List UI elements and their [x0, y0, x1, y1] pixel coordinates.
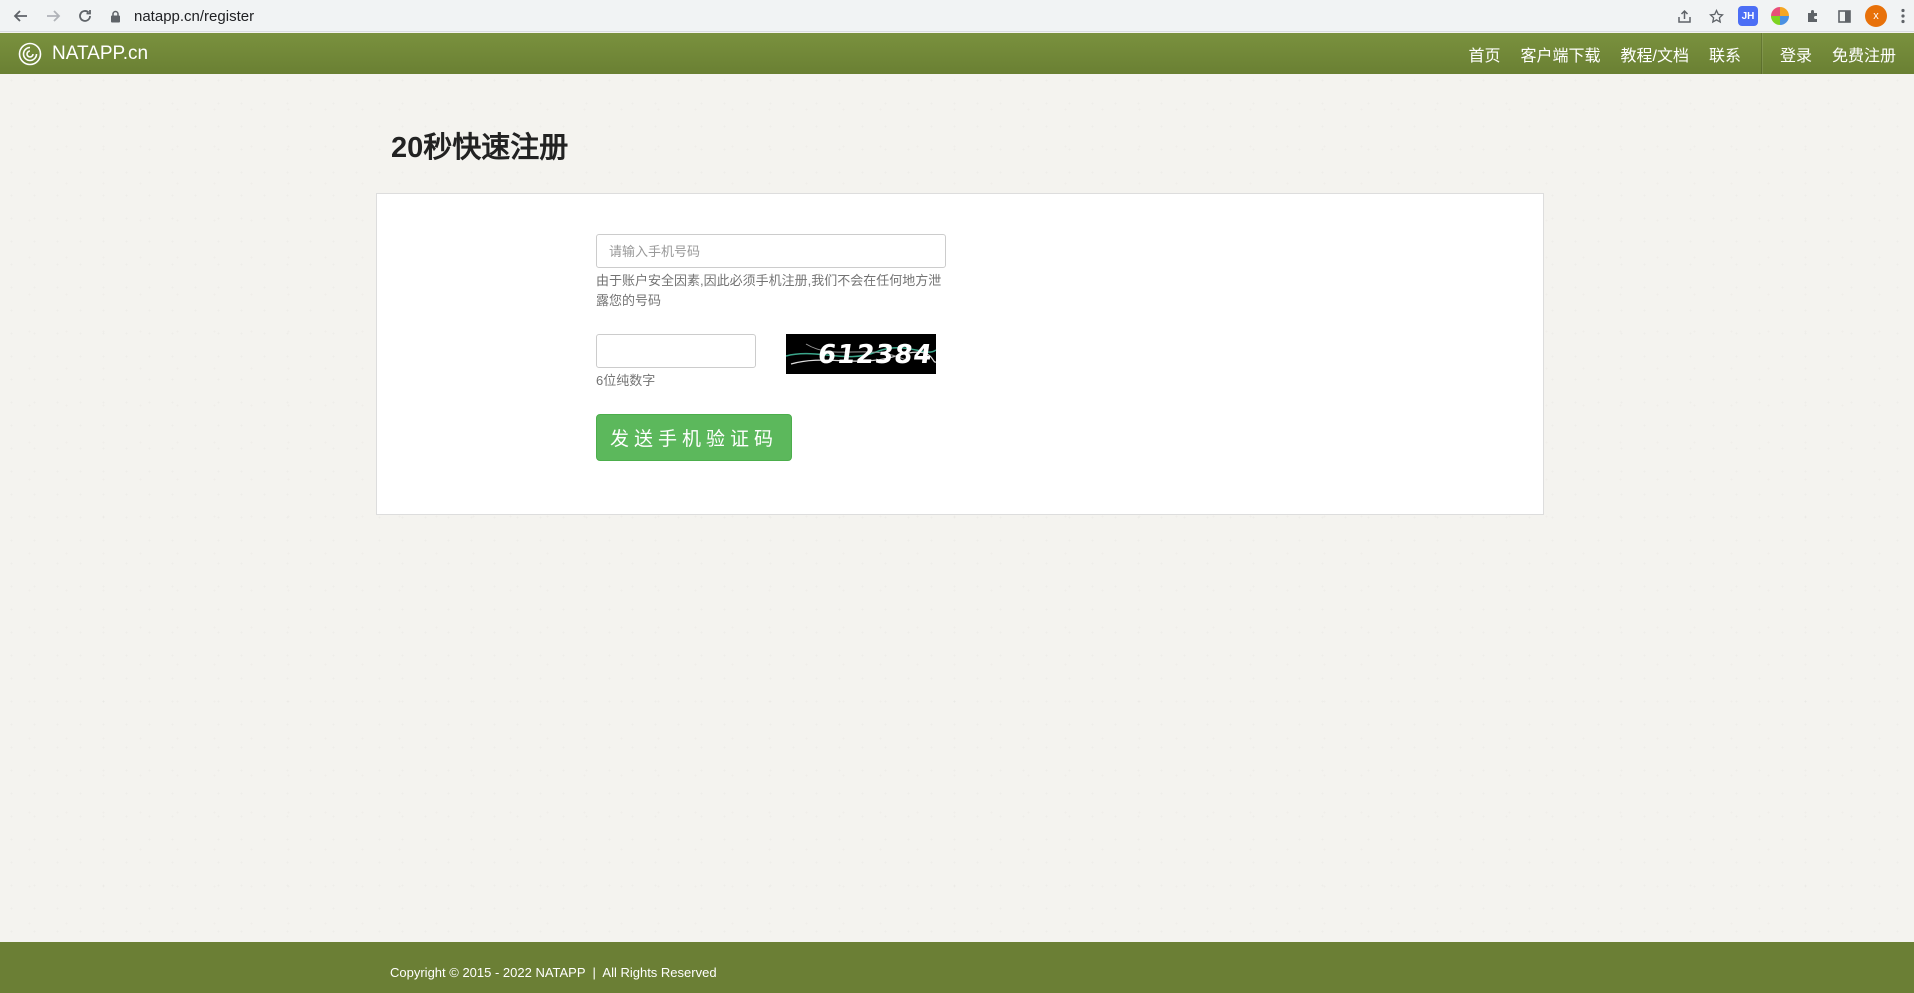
brand-link[interactable]: NATAPP.cn [18, 33, 148, 74]
captcha-input[interactable] [596, 334, 756, 368]
side-panel-button[interactable] [1828, 3, 1860, 29]
menu-button[interactable] [1892, 3, 1914, 29]
lock-icon [108, 9, 122, 23]
toolbar-right: JH x [1668, 3, 1914, 29]
phone-input[interactable] [596, 234, 946, 268]
register-form-panel: 手机号码 由于账户安全因素,因此必须手机注册,我们不会在任何地方泄露您的号码 右… [376, 193, 1544, 515]
profile-button[interactable]: x [1860, 3, 1892, 29]
puzzle-icon [1807, 9, 1817, 22]
nav-links: 首页 客户端下载 教程/文档 联系 登录 免费注册 [1468, 33, 1914, 74]
forward-button[interactable] [37, 2, 69, 30]
back-button[interactable] [5, 2, 37, 30]
reload-button[interactable] [69, 2, 101, 30]
captcha-help-text: 6位纯数字 [596, 373, 656, 388]
reload-icon [79, 10, 91, 22]
avatar: x [1865, 5, 1887, 27]
extensions-button[interactable] [1796, 3, 1828, 29]
bookmark-button[interactable] [1700, 3, 1732, 29]
natapp-logo-icon [18, 42, 42, 65]
share-icon [1677, 9, 1691, 23]
send-sms-code-button[interactable]: 发送手机验证码 [596, 414, 792, 461]
nav-register[interactable]: 免费注册 [1832, 42, 1896, 66]
page-title: 20秒快速注册 [391, 132, 569, 164]
arrow-left-icon [13, 10, 27, 22]
brand-name: NATAPP.cn [52, 42, 149, 64]
extension-jh-button[interactable]: JH [1732, 3, 1764, 29]
captcha-image[interactable]: 612384 [786, 334, 936, 374]
nav-home[interactable]: 首页 [1468, 42, 1500, 66]
captcha-text: 612384 [815, 340, 935, 370]
kebab-menu-icon [1901, 8, 1905, 24]
site-navbar: NATAPP.cn 首页 客户端下载 教程/文档 联系 登录 免费注册 [0, 33, 1914, 74]
flower-extension-icon [1771, 7, 1789, 25]
copyright-text: Copyright © 2015 - 2022 NATAPP | All Rig… [390, 965, 717, 980]
nav-contact[interactable]: 联系 [1709, 42, 1741, 66]
extension-flower-button[interactable] [1764, 3, 1796, 29]
phone-help-text: 由于账户安全因素,因此必须手机注册,我们不会在任何地方泄露您的号码 [596, 273, 942, 308]
side-panel-icon [1837, 9, 1851, 23]
nav-client-download[interactable]: 客户端下载 [1520, 42, 1600, 66]
star-icon [1708, 8, 1724, 23]
arrow-right-icon [47, 10, 61, 22]
nav-login[interactable]: 登录 [1780, 42, 1812, 66]
nav-divider [1760, 33, 1762, 74]
share-button[interactable] [1668, 3, 1700, 29]
address-bar[interactable]: natapp.cn/register [108, 3, 1648, 29]
url-text: natapp.cn/register [134, 7, 255, 25]
site-footer: Copyright © 2015 - 2022 NATAPP | All Rig… [0, 942, 1914, 993]
jh-extension-icon: JH [1738, 6, 1758, 26]
nav-docs[interactable]: 教程/文档 [1621, 42, 1689, 66]
browser-toolbar: natapp.cn/register JH x [0, 0, 1914, 32]
